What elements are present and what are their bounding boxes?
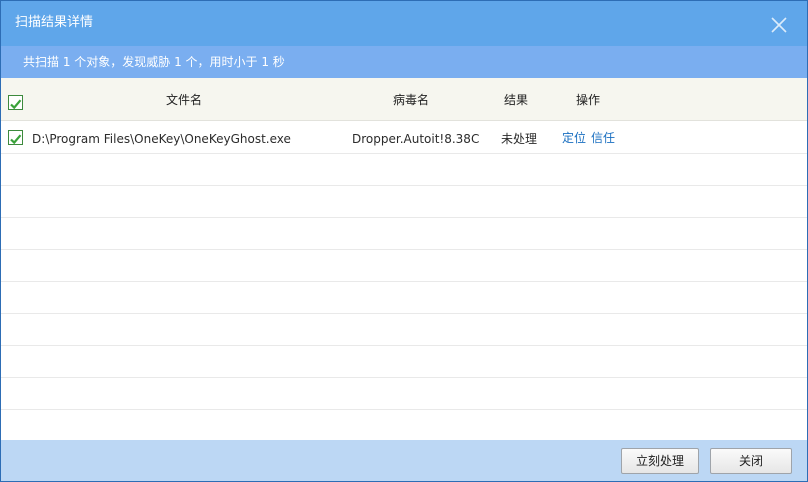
close-button[interactable]: 关闭 (710, 448, 792, 474)
row-divider (1, 281, 807, 282)
title-bar[interactable]: 扫描结果详情 (1, 1, 807, 46)
row-checkbox[interactable] (8, 130, 23, 145)
row-virus-name: Dropper.Autoit!8.38C (352, 132, 480, 146)
column-header-result[interactable]: 结果 (504, 93, 528, 107)
row-file-path: D:\Program Files\OneKey\OneKeyGhost.exe (32, 132, 291, 146)
column-header-file[interactable]: 文件名 (166, 93, 202, 107)
results-table: 文件名 病毒名 结果 操作 D:\Program Files\OneKey\On… (1, 78, 807, 440)
close-icon[interactable] (769, 15, 789, 35)
row-divider (1, 185, 807, 186)
column-header-virus[interactable]: 病毒名 (393, 93, 429, 107)
select-all-checkbox[interactable] (8, 95, 23, 110)
column-header-action[interactable]: 操作 (576, 93, 600, 107)
row-divider (1, 153, 807, 154)
row-divider (1, 313, 807, 314)
scan-summary-text: 共扫描 1 个对象，发现威胁 1 个，用时小于 1 秒 (23, 55, 285, 69)
scan-summary-bar: 共扫描 1 个对象，发现威胁 1 个，用时小于 1 秒 (1, 46, 807, 78)
table-header: 文件名 病毒名 结果 操作 (1, 78, 807, 121)
check-icon (10, 99, 22, 110)
handle-now-button[interactable]: 立刻处理 (621, 448, 699, 474)
row-divider (1, 249, 807, 250)
locate-link[interactable]: 定位 (562, 131, 586, 145)
row-divider (1, 409, 807, 410)
trust-link[interactable]: 信任 (591, 131, 615, 145)
row-result: 未处理 (501, 132, 538, 146)
row-divider (1, 345, 807, 346)
dialog-footer: 立刻处理 关闭 (1, 440, 807, 481)
scan-result-dialog: 扫描结果详情 共扫描 1 个对象，发现威胁 1 个，用时小于 1 秒 文件名 病… (0, 0, 808, 482)
row-divider (1, 377, 807, 378)
check-icon (10, 134, 22, 145)
table-row[interactable]: D:\Program Files\OneKey\OneKeyGhost.exe … (1, 121, 807, 153)
dialog-title: 扫描结果详情 (15, 15, 94, 30)
row-divider (1, 217, 807, 218)
